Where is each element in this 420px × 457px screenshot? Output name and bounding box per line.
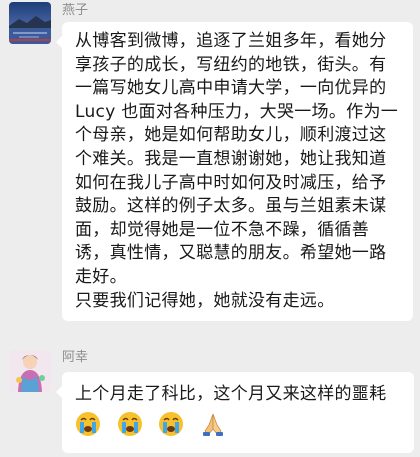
message-paragraph: 只要我们记得她，她就没有走远。 <box>75 290 335 311</box>
avatar[interactable] <box>9 2 51 44</box>
avatar[interactable] <box>9 350 51 392</box>
message-text: 上个月走了科比，这个月又来这样的噩耗 <box>75 384 387 404</box>
message-paragraph: 从博客到微博，追逐了兰姐多年，看她分享孩子的成长，写纽约的地铁，街头。有一篇写她… <box>75 31 399 287</box>
sender-name: 阿幸 <box>62 350 89 365</box>
crying-face-icon <box>76 411 100 436</box>
message-bubble[interactable]: 上个月走了科比，这个月又来这样的噩耗 <box>56 372 414 453</box>
lake-landscape-avatar <box>9 2 51 44</box>
crying-face-icon <box>117 411 142 436</box>
colorful-figure-avatar <box>9 350 51 392</box>
crying-face-icon <box>159 411 184 436</box>
praying-hands-icon <box>203 413 224 436</box>
chat-message: 阿幸 上个月走了科比，这个月又来这样的噩耗 <box>0 340 420 457</box>
sender-name: 燕子 <box>62 3 89 18</box>
message-bubble[interactable]: 从博客到微博，追逐了兰姐多年，看她分享孩子的成长，写纽约的地铁，街头。有一篇写她… <box>56 22 413 322</box>
emoji-row <box>75 411 400 443</box>
chat-message: 燕子 从博客到微博，追逐了兰姐多年，看她分享孩子的成长，写纽约的地铁，街头。有一… <box>0 0 420 340</box>
